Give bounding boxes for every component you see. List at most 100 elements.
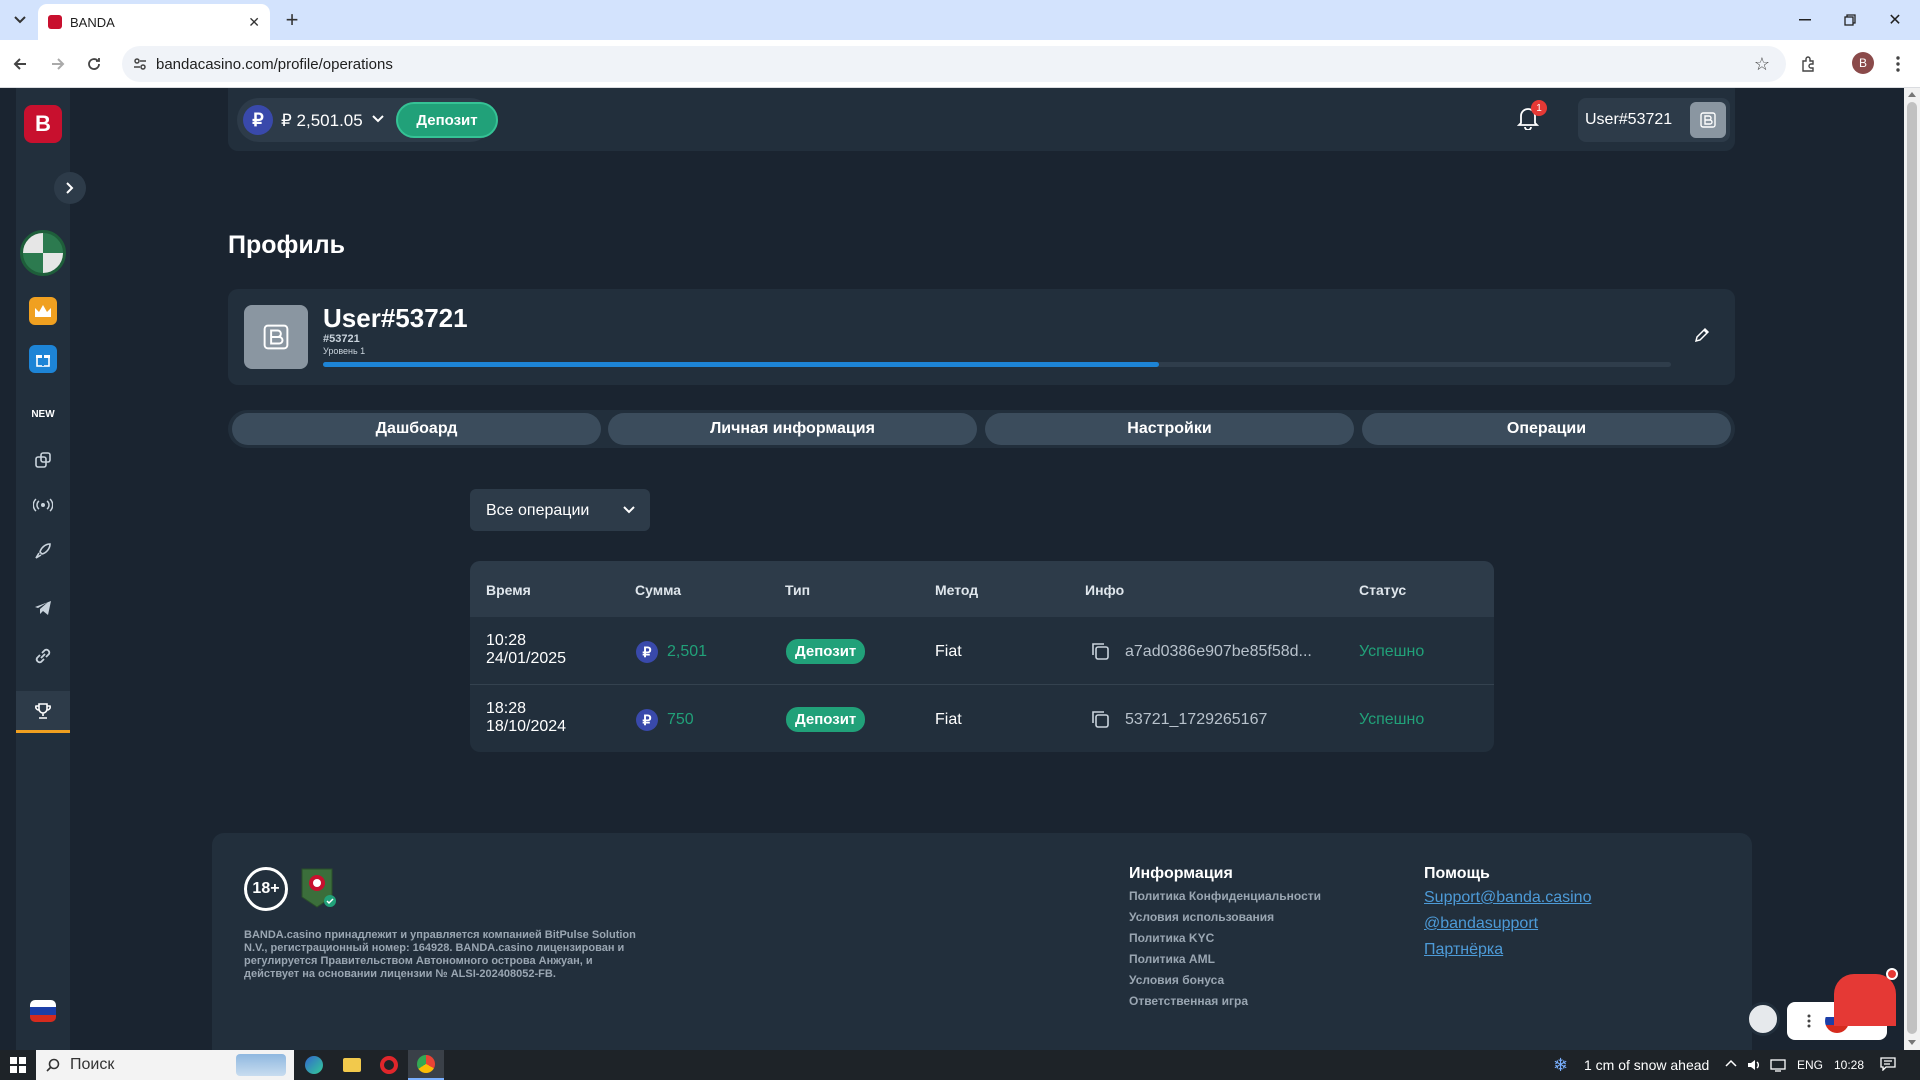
live-chat-button[interactable] (1834, 968, 1898, 1026)
privacy-policy-link[interactable]: Политика Конфиденциальности (1129, 889, 1321, 910)
chrome-taskbar-icon[interactable] (408, 1050, 444, 1080)
telegram-support-link[interactable]: @bandasupport (1424, 915, 1591, 941)
close-window-icon[interactable]: ✕ (1880, 8, 1910, 32)
wheel-icon[interactable] (20, 230, 66, 276)
tab-settings[interactable]: Настройки (985, 413, 1354, 445)
deposit-button-label: Депозит (416, 111, 478, 129)
reload-icon[interactable] (82, 52, 106, 76)
site-header: ₽ ₽ 2,501.05 Депозит 1 User#53721 (228, 88, 1735, 151)
edge-icon[interactable] (305, 1056, 323, 1074)
sidebar-item-tournaments[interactable] (16, 691, 70, 733)
aml-policy-link[interactable]: Политика AML (1129, 952, 1321, 973)
sidebar-item-crash[interactable] (16, 534, 70, 568)
scrollbar-thumb[interactable] (1907, 102, 1917, 1034)
clock[interactable]: 10:28 (1834, 1058, 1864, 1072)
notification-center-icon[interactable] (1880, 1057, 1896, 1071)
new-tab-icon[interactable]: + (280, 7, 304, 32)
extensions-icon[interactable] (1796, 52, 1820, 76)
banda-logo[interactable]: B (24, 105, 62, 143)
minimize-icon[interactable] (1790, 8, 1820, 32)
taskbar-search-box[interactable]: Поиск (36, 1050, 294, 1080)
row-date: 18/10/2024 (486, 718, 567, 735)
link-icon (33, 646, 53, 666)
opera-icon[interactable] (380, 1056, 398, 1074)
sidebar-item-vip[interactable] (16, 294, 70, 328)
site-info-icon[interactable] (132, 56, 148, 72)
browser-menu-icon[interactable] (1886, 52, 1910, 76)
kyc-policy-link[interactable]: Политика KYC (1129, 931, 1321, 952)
windows-taskbar: Поиск ❄ 1 cm of snow ahead ENG 10:28 (0, 1050, 1920, 1080)
chevron-up-icon[interactable] (1725, 1059, 1737, 1067)
forward-icon[interactable] (46, 52, 70, 76)
notifications-button[interactable]: 1 (1517, 100, 1547, 132)
chevron-right-icon (66, 182, 74, 194)
restore-icon[interactable] (1835, 8, 1865, 32)
row-time: 18:28 (486, 700, 527, 717)
row-info: a7ad0386e907be85f58d... (1125, 643, 1312, 660)
speaker-icon[interactable] (1746, 1057, 1762, 1073)
close-tab-icon[interactable]: ✕ (248, 14, 260, 31)
chat-mascot-icon[interactable] (1746, 1002, 1780, 1036)
edit-profile-button[interactable] (1694, 327, 1710, 343)
user-avatar (1690, 102, 1726, 138)
russian-flag-icon[interactable] (30, 1000, 56, 1022)
type-badge: Депозит (786, 707, 866, 732)
sidebar-item-slots[interactable] (16, 443, 70, 477)
more-options-icon[interactable] (1807, 1014, 1811, 1028)
chevron-down-icon (623, 506, 635, 514)
deposit-button[interactable]: Депозит (396, 102, 498, 138)
table-row: 10:28 24/01/2025 ₽ 2,501 Депозит Fiat a7… (470, 617, 1494, 685)
sidebar-item-bonuses[interactable] (16, 342, 70, 376)
bookmark-star-icon[interactable]: ☆ (1754, 54, 1770, 75)
sidebar-item-links[interactable] (16, 639, 70, 673)
scroll-up-arrow-icon[interactable] (1908, 92, 1916, 97)
back-icon[interactable] (8, 52, 32, 76)
license-seal-icon[interactable] (298, 865, 338, 909)
sidebar-expand-button[interactable] (54, 172, 86, 204)
copy-icon[interactable] (1090, 709, 1110, 729)
footer-help-title: Помощь (1424, 865, 1490, 882)
row-method: Fiat (935, 643, 962, 660)
tab-operations[interactable]: Операции (1362, 413, 1731, 445)
level-progress-track (323, 362, 1671, 367)
file-explorer-icon[interactable] (343, 1058, 361, 1072)
support-email-link[interactable]: Support@banda.casino (1424, 889, 1591, 915)
profile-username: User#53721 (323, 303, 468, 333)
tab-search-icon[interactable] (8, 8, 32, 32)
sidebar-item-new[interactable]: NEW (16, 397, 70, 431)
address-bar[interactable]: bandacasino.com/profile/operations ☆ (122, 46, 1786, 82)
profile-avatar (244, 305, 308, 369)
header-username: User#53721 (1585, 111, 1673, 128)
row-status: Успешно (1359, 711, 1425, 728)
bonus-terms-link[interactable]: Условия бонуса (1129, 973, 1321, 994)
terms-link[interactable]: Условия использования (1129, 910, 1321, 931)
copy-icon[interactable] (1090, 641, 1110, 661)
affiliate-link[interactable]: Партнёрка (1424, 941, 1591, 967)
page-scrollbar[interactable] (1904, 88, 1920, 1050)
chevron-down-icon[interactable] (372, 115, 384, 123)
row-info: 53721_1729265167 (1125, 711, 1268, 728)
tab-personal-info[interactable]: Личная информация (608, 413, 977, 445)
header-time: Время (486, 582, 531, 598)
network-icon[interactable] (1770, 1058, 1786, 1072)
browser-tab[interactable]: BANDA ✕ (38, 4, 270, 40)
crown-icon (29, 297, 57, 325)
profile-avatar[interactable]: B (1852, 52, 1874, 74)
footer-help-links: Support@banda.casino @bandasupport Партн… (1424, 889, 1591, 967)
row-status: Успешно (1359, 643, 1425, 660)
language-indicator[interactable]: ENG (1797, 1058, 1823, 1072)
scroll-down-arrow-icon[interactable] (1908, 1040, 1916, 1045)
search-placeholder: Поиск (70, 1056, 115, 1073)
age-restriction-badge: 18+ (244, 867, 288, 911)
tab-dashboard[interactable]: Дашбоард (232, 413, 601, 445)
balance-widget[interactable]: ₽ ₽ 2,501.05 Депозит (237, 98, 498, 142)
operations-filter-select[interactable]: Все операции (470, 489, 650, 531)
sidebar-item-telegram[interactable] (16, 591, 70, 625)
responsible-gaming-link[interactable]: Ответственная игра (1129, 994, 1321, 1015)
windows-start-icon[interactable] (10, 1057, 26, 1073)
user-menu[interactable]: User#53721 (1578, 98, 1730, 142)
sidebar-item-live[interactable] (16, 488, 70, 522)
new-badge: NEW (31, 408, 55, 420)
ruble-icon: ₽ (636, 641, 658, 663)
weather-text[interactable]: 1 cm of snow ahead (1584, 1057, 1709, 1073)
